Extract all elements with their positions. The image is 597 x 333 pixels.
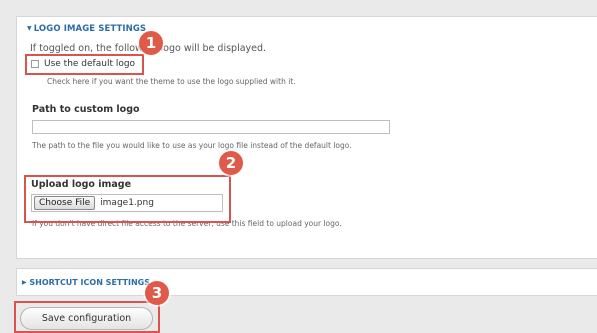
highlight-box-1 [25,54,144,75]
logo-settings-legend-text: LOGO IMAGE SETTINGS [33,24,147,34]
step-badge-1: 1 [139,31,163,55]
default-logo-hint: Check here if you want the theme to use … [47,77,296,86]
highlight-box-3 [14,301,160,333]
step-badge-3: 3 [145,281,169,305]
custom-logo-path-input[interactable] [32,120,390,134]
highlight-box-2 [24,175,231,223]
custom-logo-hint: The path to the file you would like to u… [32,141,352,150]
shortcut-icon-legend-text: SHORTCUT ICON SETTINGS [29,278,150,287]
expand-triangle-icon: ▶ [22,279,27,286]
collapse-triangle-icon: ▼ [27,25,32,32]
custom-logo-label: Path to custom logo [32,104,140,115]
logo-settings-legend[interactable]: ▼ LOGO IMAGE SETTINGS [24,24,150,34]
step-badge-2: 2 [219,151,243,175]
shortcut-icon-legend[interactable]: ▶ SHORTCUT ICON SETTINGS [22,278,150,287]
